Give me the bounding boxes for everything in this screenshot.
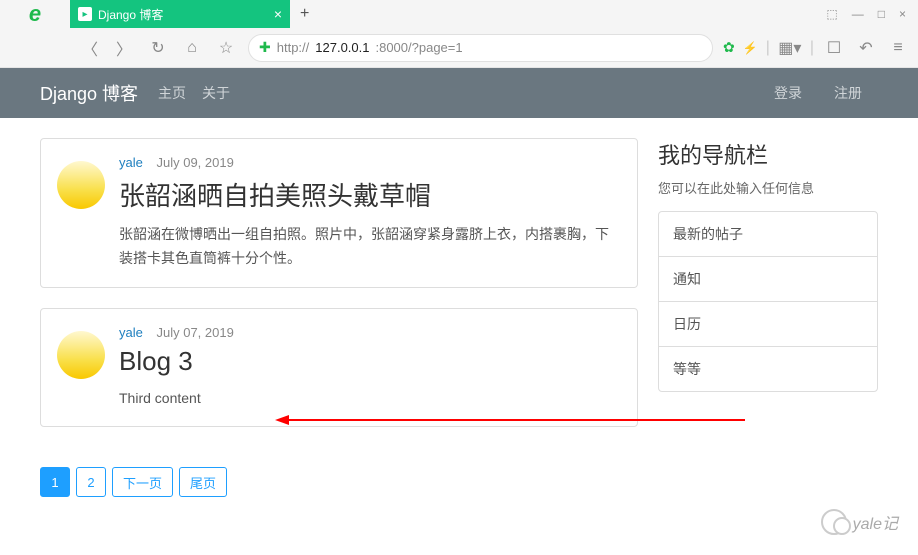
url-protocol: http://: [277, 40, 310, 55]
sidebar-item-latest[interactable]: 最新的帖子: [659, 212, 877, 257]
undo-icon[interactable]: ↶: [854, 36, 878, 60]
watermark-text: yale记: [853, 510, 898, 534]
star-icon[interactable]: ☆: [214, 36, 238, 60]
home-icon[interactable]: ⌂: [180, 36, 204, 60]
sidebar-item-etc[interactable]: 等等: [659, 347, 877, 391]
sidebar-item-notice[interactable]: 通知: [659, 257, 877, 302]
tab-title: Django 博客: [98, 6, 163, 23]
next-page-button[interactable]: 下一页: [112, 467, 173, 497]
separator: |: [766, 39, 770, 57]
post-title[interactable]: 张韶涵晒自拍美照头戴草帽: [119, 176, 621, 213]
brand[interactable]: Django 博客: [40, 80, 138, 106]
browser-logo: e: [0, 0, 70, 28]
page-2-button[interactable]: 2: [76, 467, 106, 497]
post-title[interactable]: Blog 3: [119, 346, 621, 377]
close-window-icon[interactable]: ×: [893, 3, 912, 25]
pagination: 1 2 下一页 尾页: [0, 467, 918, 497]
avatar: [57, 161, 105, 209]
reload-icon[interactable]: ↻: [146, 36, 170, 60]
nav-register[interactable]: 注册: [834, 83, 862, 103]
page-icon: ▸: [78, 7, 92, 21]
watermark-icon: [821, 509, 847, 535]
url-host: 127.0.0.1: [315, 40, 369, 55]
separator: |: [810, 39, 814, 57]
nav-home[interactable]: 主页: [158, 83, 186, 103]
nav-about[interactable]: 关于: [202, 83, 230, 103]
browser-tab[interactable]: ▸ Django 博客 ×: [70, 0, 290, 28]
last-page-button[interactable]: 尾页: [179, 467, 227, 497]
sidebar-title: 我的导航栏: [658, 138, 878, 170]
pin-icon[interactable]: ⬚: [820, 3, 843, 25]
avatar: [57, 331, 105, 379]
address-bar[interactable]: ✚ http:// 127.0.0.1 :8000/?page=1: [248, 34, 713, 62]
maximize-icon[interactable]: □: [872, 3, 891, 25]
page-content: yale July 09, 2019 张韶涵晒自拍美照头戴草帽 张韶涵在微博晒出…: [0, 118, 918, 467]
post-author[interactable]: yale: [119, 325, 143, 340]
menu-icon[interactable]: ≡: [886, 36, 910, 60]
apps-icon[interactable]: ▦▾: [778, 36, 802, 60]
page-1-button[interactable]: 1: [40, 467, 70, 497]
post-content: 张韶涵在微博晒出一组自拍照。照片中，张韶涵穿紧身露脐上衣，内搭裹胸，下装搭卡其色…: [119, 223, 621, 271]
bolt-icon[interactable]: ⚡: [743, 41, 758, 55]
flower-icon[interactable]: ✿: [723, 39, 735, 56]
post-date: July 09, 2019: [156, 155, 233, 170]
browser-toolbar: 〈 〉 ↻ ⌂ ☆ ✚ http:// 127.0.0.1 :8000/?page=…: [0, 28, 918, 68]
post-card: yale July 09, 2019 张韶涵晒自拍美照头戴草帽 张韶涵在微博晒出…: [40, 138, 638, 288]
main-column: yale July 09, 2019 张韶涵晒自拍美照头戴草帽 张韶涵在微博晒出…: [40, 138, 638, 447]
sidebar: 我的导航栏 您可以在此处输入任何信息 最新的帖子 通知 日历 等等: [658, 138, 878, 447]
nav-login[interactable]: 登录: [774, 83, 802, 103]
back-icon[interactable]: 〈: [78, 36, 102, 60]
url-path: :8000/?page=1: [375, 40, 462, 55]
sidebar-item-calendar[interactable]: 日历: [659, 302, 877, 347]
sidebar-subtitle: 您可以在此处输入任何信息: [658, 178, 878, 197]
new-tab-button[interactable]: +: [290, 5, 319, 23]
titlebar: e ▸ Django 博客 × + ⬚ — □ ×: [0, 0, 918, 28]
forward-icon[interactable]: 〉: [112, 36, 136, 60]
post-author[interactable]: yale: [119, 155, 143, 170]
shield-icon: ✚: [259, 39, 271, 56]
close-tab-icon[interactable]: ×: [274, 6, 282, 22]
toolbar-right: ✿ ⚡ | ▦▾ | ☐ ↶ ≡: [723, 36, 910, 60]
minimize-icon[interactable]: —: [846, 3, 870, 25]
post-card: yale July 07, 2019 Blog 3 Third content: [40, 308, 638, 428]
post-date: July 07, 2019: [156, 325, 233, 340]
mobile-icon[interactable]: ☐: [822, 36, 846, 60]
sidebar-list: 最新的帖子 通知 日历 等等: [658, 211, 878, 392]
site-navbar: Django 博客 主页 关于 登录 注册: [0, 68, 918, 118]
window-controls: ⬚ — □ ×: [820, 3, 918, 25]
post-content: Third content: [119, 387, 621, 411]
watermark: yale记: [821, 509, 898, 535]
